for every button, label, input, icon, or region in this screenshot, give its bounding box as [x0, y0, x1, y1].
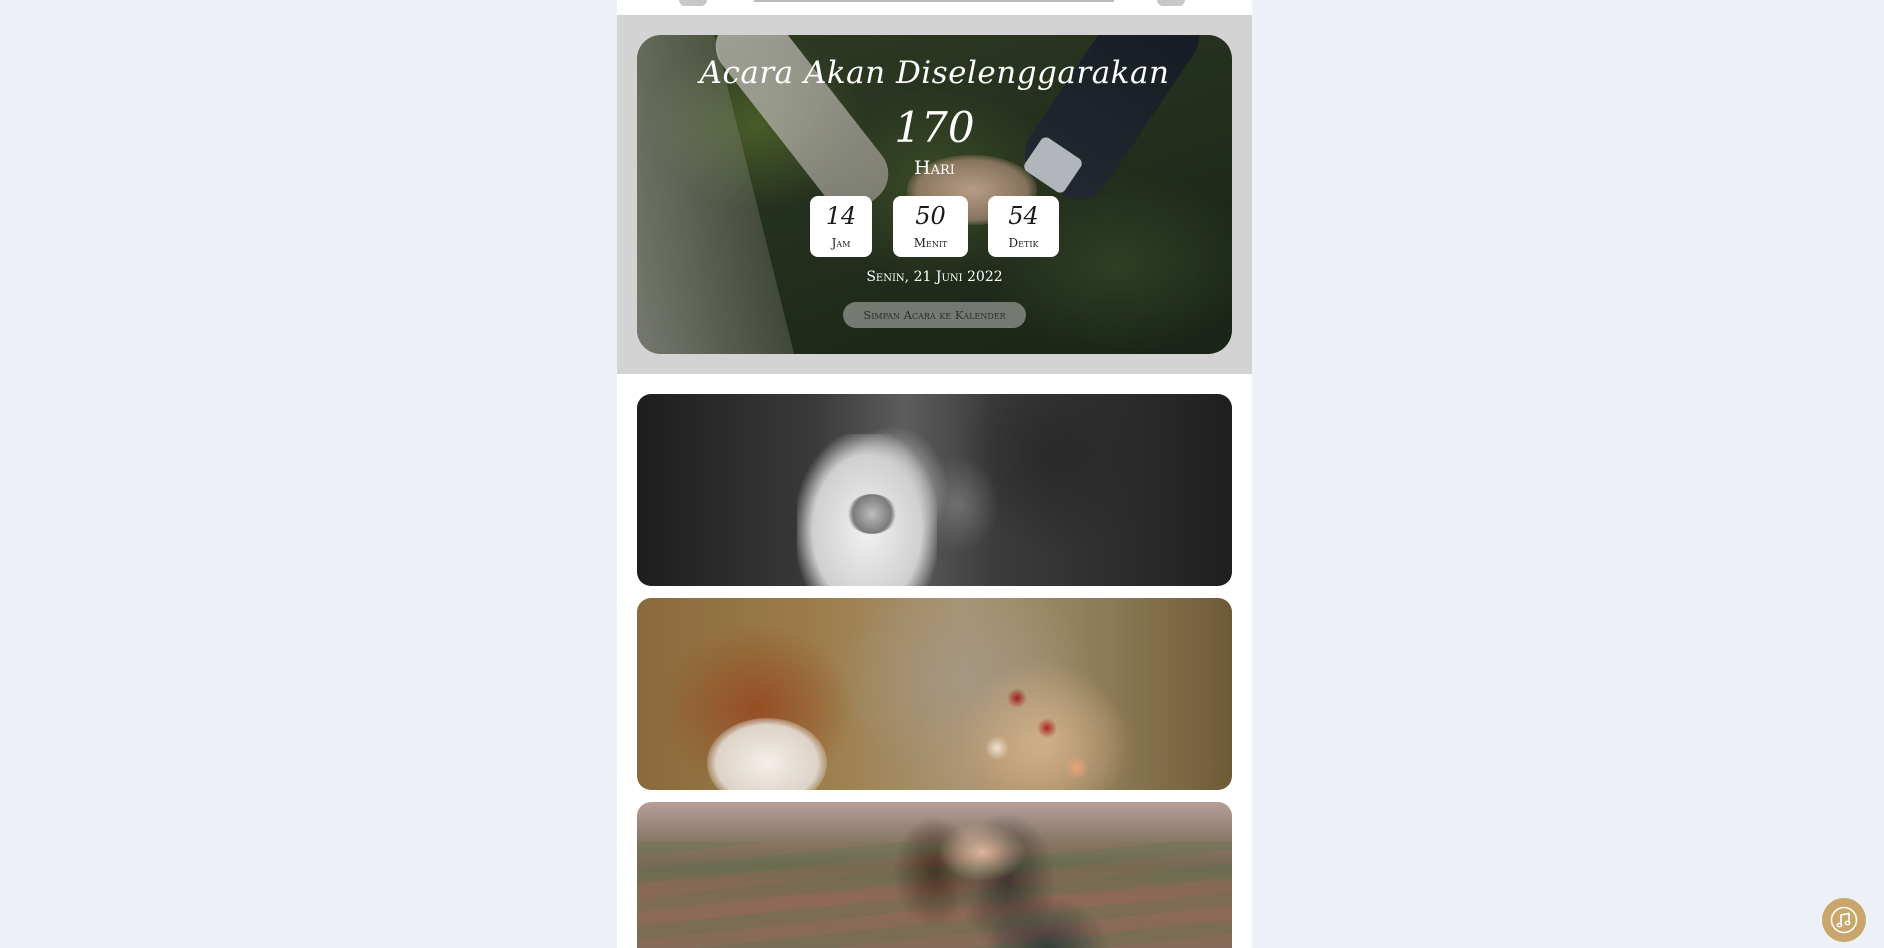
hours-value: 14	[825, 202, 857, 230]
seconds-label: Detik	[1008, 236, 1039, 250]
days-value: 170	[894, 103, 975, 152]
seconds-value: 54	[1008, 202, 1039, 230]
countdown-content: Acara Akan Diselenggarakan 170 Hari 14 J…	[637, 35, 1232, 354]
ornament-right	[1157, 0, 1185, 6]
photo-detail	[937, 822, 1027, 882]
seconds-box: 54 Detik	[988, 196, 1059, 257]
music-note-icon	[1830, 906, 1858, 934]
countdown-title: Acara Akan Diselenggarakan	[699, 55, 1170, 91]
countdown-card: Acara Akan Diselenggarakan 170 Hari 14 J…	[637, 35, 1232, 354]
top-ornament	[617, 0, 1252, 15]
hours-label: Jam	[831, 236, 851, 250]
invitation-column: Acara Akan Diselenggarakan 170 Hari 14 J…	[617, 0, 1252, 948]
minutes-box: 50 Menit	[893, 196, 968, 257]
photo-detail	[637, 842, 1232, 948]
minutes-value: 50	[915, 202, 946, 230]
photo-detail	[957, 658, 1127, 790]
days-label: Hari	[914, 157, 955, 179]
time-boxes: 14 Jam 50 Menit 54 Detik	[810, 196, 1070, 258]
photo-detail	[847, 494, 897, 534]
countdown-section: Acara Akan Diselenggarakan 170 Hari 14 J…	[617, 15, 1252, 374]
minutes-label: Menit	[913, 236, 948, 250]
music-toggle-button[interactable]	[1822, 898, 1866, 942]
photo-detail	[707, 718, 827, 790]
ornament-line	[754, 0, 1114, 2]
hours-box: 14 Jam	[810, 196, 872, 257]
ornament-left	[679, 0, 707, 6]
event-date: Senin, 21 Juni 2022	[866, 269, 1003, 285]
gallery-photo[interactable]	[637, 802, 1232, 948]
save-to-calendar-button[interactable]: Simpan Acara ke Kalender	[843, 302, 1026, 328]
gallery-photo[interactable]	[637, 394, 1232, 586]
gallery-photo[interactable]	[637, 598, 1232, 790]
